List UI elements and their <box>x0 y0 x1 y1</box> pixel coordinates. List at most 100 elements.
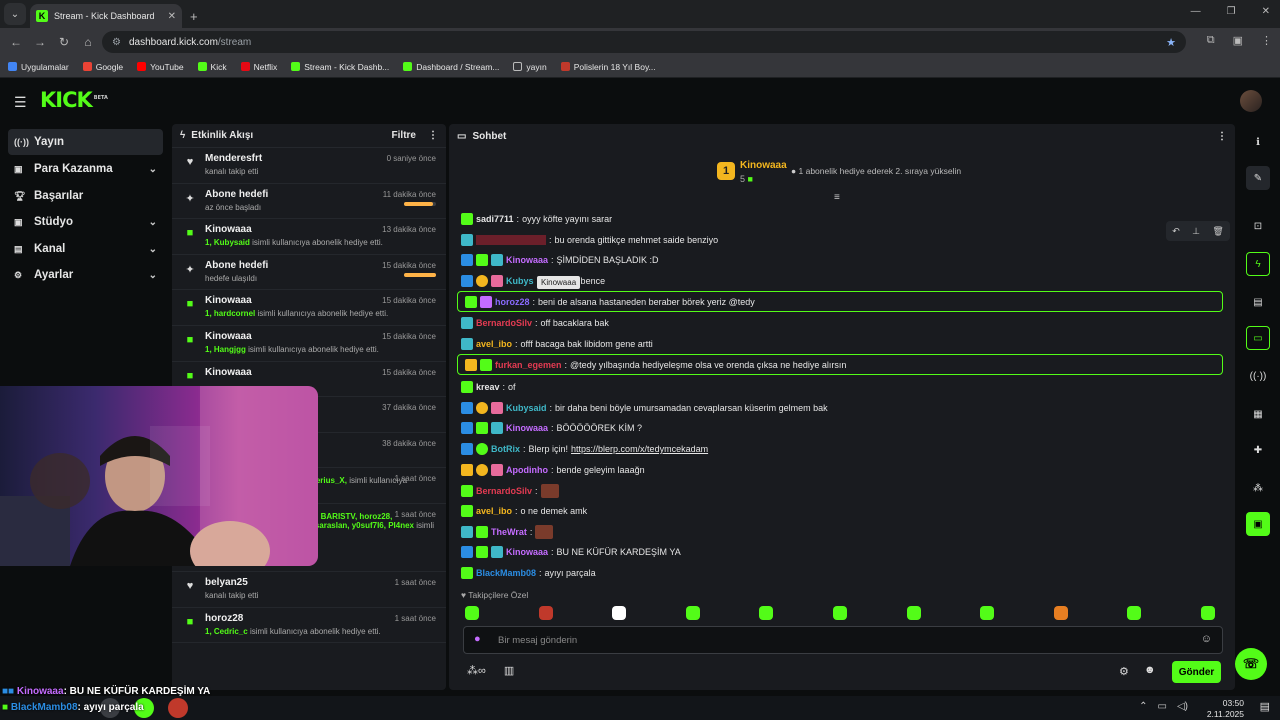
emote-button[interactable] <box>538 606 553 620</box>
chat-username[interactable]: Kinowaaa <box>506 547 548 557</box>
more-options-icon[interactable]: ⋮ <box>428 130 438 141</box>
send-button[interactable]: Gönder <box>1172 661 1221 683</box>
chat-username[interactable]: Kubys <box>506 276 534 286</box>
bookmark-item[interactable]: Stream - Kick Dashb... <box>291 62 389 72</box>
sidebar-item-studyo[interactable]: ▣ Stüdyo ⌄ <box>8 209 163 235</box>
chat-message[interactable]: : bu orenda gittikçe mehmet saide benziyo <box>461 231 718 249</box>
browser-tab[interactable]: K Stream - Kick Dashboard ✕ <box>30 4 182 28</box>
chat-message[interactable]: BotRix: Blerp için! https://blerp.com/x/te… <box>461 440 708 458</box>
forward-icon[interactable]: → <box>28 35 52 49</box>
emote-button[interactable] <box>685 606 700 620</box>
chat-username[interactable]: BlackMamb08 <box>476 568 536 578</box>
sidebar-item-yayin[interactable]: ((·)) Yayın <box>8 129 163 155</box>
activity-item[interactable]: ■ Kinowaaa 13 dakika önce 1, Kubysaid isiml… <box>172 219 446 255</box>
chat-message[interactable]: BernardoSilv: <box>461 482 562 500</box>
site-info-icon[interactable]: ⚙ <box>112 37 121 48</box>
chat-link[interactable]: https://blerp.com/x/tedymcekadam <box>571 444 708 454</box>
activity-item[interactable]: ■ horoz28 1 saat önce 1, Cedric_c isimli ku… <box>172 608 446 644</box>
bookmark-item[interactable]: Dashboard / Stream... <box>403 62 499 72</box>
delete-icon[interactable]: 🗑︎ <box>1212 226 1223 237</box>
support-chat-button[interactable]: ☏ <box>1235 648 1267 680</box>
profile-icon[interactable]: ▣ <box>1233 34 1243 47</box>
edit-icon[interactable]: ✎ <box>1246 166 1270 190</box>
mic-icon[interactable]: ● <box>474 633 481 645</box>
share-icon[interactable]: ⁂ <box>1246 476 1270 500</box>
emote-button[interactable] <box>906 606 921 620</box>
record-app-icon[interactable] <box>168 698 188 718</box>
bookmark-star-icon[interactable]: ★ <box>1166 36 1176 49</box>
chat-message[interactable]: Kubys:o güzeldi bence <box>461 272 605 290</box>
wrench-icon[interactable]: ✚ <box>1246 438 1270 462</box>
emote-button[interactable] <box>980 606 995 620</box>
collapse-icon[interactable]: ≡ <box>834 192 840 203</box>
chat-message[interactable]: avel_ibo: o ne demek amk <box>461 502 587 520</box>
close-tab-icon[interactable]: ✕ <box>168 11 176 22</box>
chat-username[interactable]: TheWrat <box>491 527 527 537</box>
broadcast-icon[interactable]: ((·)) <box>1246 364 1270 388</box>
chat-username[interactable]: avel_ibo <box>476 339 512 349</box>
chat-username[interactable]: Apodinho <box>506 465 548 475</box>
bookmark-item[interactable]: Google <box>82 62 123 72</box>
chat-settings-icon[interactable]: ⚙ <box>1119 665 1129 678</box>
chat-username[interactable]: kreav <box>476 382 500 392</box>
bookmark-item[interactable]: yayın <box>513 62 547 72</box>
bookmark-item[interactable]: Uygulamalar <box>8 62 69 72</box>
avatar[interactable] <box>1240 90 1262 112</box>
close-window-button[interactable]: ✕ <box>1262 6 1270 17</box>
chat-username[interactable]: Kubysaid <box>506 403 547 413</box>
emoji-icon[interactable]: ☺ <box>1201 633 1212 645</box>
chat-message[interactable]: Kinowaaa: BU NE KÜFÜR KARDEŞİM YA <box>461 543 681 561</box>
gift-icon[interactable]: ▥ <box>504 664 514 677</box>
back-icon[interactable]: ← <box>4 35 28 49</box>
sidebar-item-kanal[interactable]: ▤ Kanal ⌄ <box>8 236 163 262</box>
chat-username[interactable]: sadi7711 <box>476 214 514 224</box>
emote-button[interactable] <box>1200 606 1215 620</box>
emote-button[interactable] <box>1053 606 1068 620</box>
chat-message[interactable]: Kinowaaa: BÖÖÖÖÖREK KİM ? <box>461 419 642 437</box>
maximize-button[interactable]: ❐ <box>1227 6 1236 17</box>
sidebar-item-basarilar[interactable]: 🏆︎ Başarılar <box>8 183 163 209</box>
clapper-icon[interactable]: ▣ <box>1246 512 1270 536</box>
network-icon[interactable]: ▭ <box>1158 701 1167 712</box>
extensions-icon[interactable]: ⧉ <box>1207 34 1215 47</box>
home-icon[interactable]: ⌂ <box>76 35 100 49</box>
chat-username[interactable]: BernardoSilv <box>476 486 532 496</box>
activity-item[interactable]: ■ Kinowaaa 15 dakika önce 1, hardcornel isi… <box>172 290 446 326</box>
chat-username[interactable]: Kinowaaa <box>506 423 548 433</box>
emote-button[interactable] <box>465 606 479 620</box>
chat-message[interactable]: TheWrat: <box>461 523 556 541</box>
info-icon[interactable]: ℹ <box>1246 130 1270 154</box>
chat-username[interactable]: horoz28 <box>495 297 530 307</box>
bookmark-item[interactable]: YouTube <box>137 62 184 72</box>
more-options-icon[interactable]: ⋮ <box>1217 131 1227 142</box>
reply-icon[interactable]: ↶ <box>1172 226 1180 237</box>
sidebar-item-para-kazanma[interactable]: ▣ Para Kazanma ⌄ <box>8 156 163 182</box>
screen-capture-icon[interactable]: ⊡ <box>1246 214 1270 238</box>
chat-username[interactable]: avel_ibo <box>476 506 512 516</box>
activity-toggle-icon[interactable]: ϟ <box>1246 252 1270 276</box>
reload-icon[interactable]: ↻ <box>52 35 76 49</box>
chat-message[interactable]: furkan_egemen: @tedy yılbaşında hediyeleş… <box>465 356 846 374</box>
activity-item[interactable]: ■ Kinowaaa 15 dakika önce 1, Hangjgg isimli… <box>172 326 446 362</box>
chat-message[interactable]: kreav: of <box>461 378 516 396</box>
users-icon[interactable]: ☻ <box>1144 664 1156 676</box>
notifications-icon[interactable]: ▤ <box>1260 700 1270 713</box>
chat-message[interactable]: Kubysaid: bir daha beni böyle umursamadan… <box>461 399 828 417</box>
emote-button[interactable] <box>759 606 774 620</box>
tab-search-button[interactable]: ⌄ <box>4 3 26 25</box>
emote-button[interactable] <box>832 606 847 620</box>
filter-button[interactable]: Filtre <box>392 130 416 141</box>
chat-message[interactable]: BernardoSilv: off bacaklara bak <box>461 314 609 332</box>
url-field[interactable]: ⚙ dashboard.kick.com/stream ★ <box>102 31 1186 53</box>
activity-item[interactable]: ♥ belyan25 1 saat önce kanalı takip etti <box>172 572 446 608</box>
top-gifter-banner[interactable]: 1 Kinowaaa 5 ■ ● 1 abonelik hediye edere… <box>449 154 1235 192</box>
activity-item[interactable]: ✦ Abone hedefi 15 dakika önce hedefe ulaşıl… <box>172 255 446 291</box>
chat-toggle-icon[interactable]: ▭ <box>1246 326 1270 350</box>
bookmark-item[interactable]: Polislerin 18 Yıl Boy... <box>560 62 656 72</box>
emote-button[interactable] <box>1127 606 1142 620</box>
chat-username[interactable]: furkan_egemen <box>495 360 562 370</box>
chat-message[interactable]: BlackMamb08: ayıyı parçala <box>461 564 596 582</box>
chat-message[interactable]: Kinowaaa: ŞİMDİDEN BAŞLADIK :D <box>461 251 659 269</box>
chat-username[interactable]: BernardoSilv <box>476 318 532 328</box>
pin-icon[interactable]: ⊥ <box>1192 226 1200 237</box>
